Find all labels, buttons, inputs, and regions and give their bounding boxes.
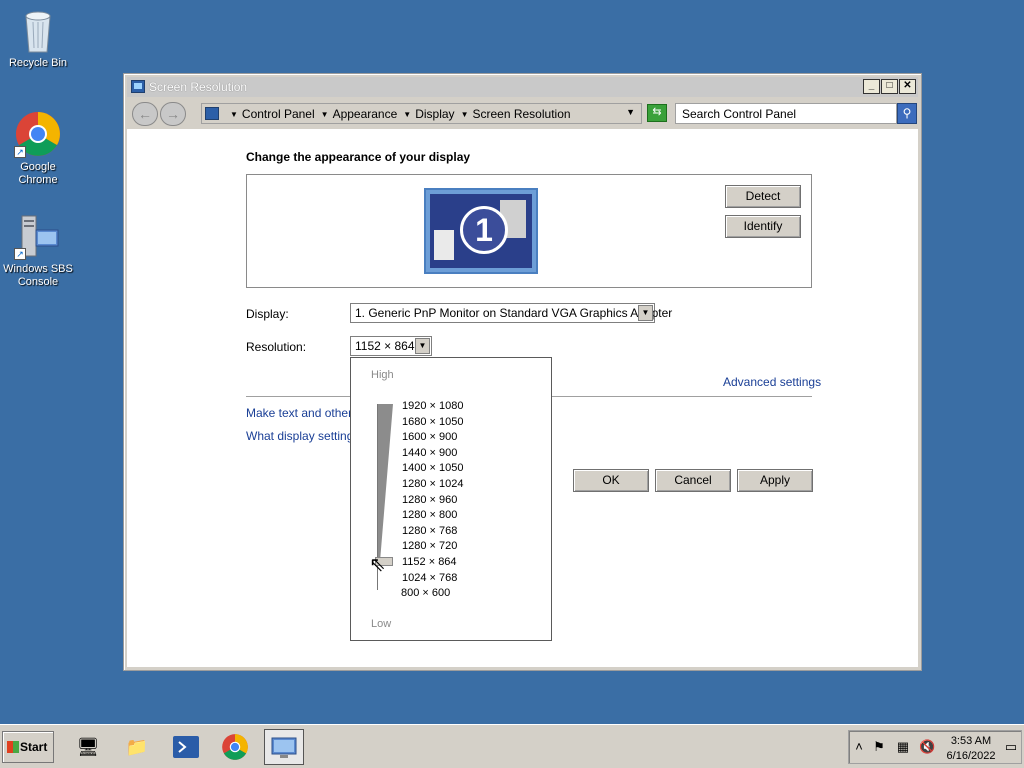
low-label: Low: [371, 618, 392, 630]
window-title: Screen Resolution: [149, 80, 248, 94]
search-input[interactable]: Search Control Panel: [675, 103, 897, 124]
back-button[interactable]: ←: [132, 102, 158, 126]
system-tray: ˄ ⚑ ▦ 🔇 3:53 AM 6/16/2022 ▭: [848, 730, 1022, 764]
taskbar-chrome-icon[interactable]: [215, 729, 255, 765]
breadcrumb-screen-resolution[interactable]: Screen Resolution: [472, 107, 570, 121]
recycle-bin-icon: [14, 6, 62, 54]
resolution-option[interactable]: 1280 × 800: [402, 508, 463, 524]
resolution-option[interactable]: 1280 × 1024: [402, 477, 463, 493]
taskbar-explorer-icon[interactable]: 📁: [117, 729, 157, 765]
display-settings-icon: [131, 80, 145, 93]
desktop-icon-label: Google Chrome: [18, 161, 58, 186]
chevron-down-icon[interactable]: ▼: [638, 305, 653, 321]
close-button[interactable]: ✕: [899, 79, 916, 94]
resolution-option[interactable]: 1440 × 900: [402, 446, 463, 462]
display-select[interactable]: 1. Generic PnP Monitor on Standard VGA G…: [350, 303, 672, 323]
resolution-option[interactable]: 1024 × 768: [402, 571, 463, 587]
forward-button[interactable]: →: [160, 102, 186, 126]
chevron-down-icon[interactable]: ▼: [230, 110, 238, 119]
breadcrumb-appearance[interactable]: Appearance: [333, 107, 398, 121]
desktop-icon-google-chrome[interactable]: ↗ Google Chrome: [0, 110, 76, 187]
sbs-console-icon: ↗: [14, 212, 62, 260]
identify-button[interactable]: Identify: [725, 215, 801, 238]
display-label: Display:: [246, 307, 289, 321]
taskbar-powershell-icon[interactable]: [166, 729, 206, 765]
mouse-cursor-icon: ⇖: [369, 554, 386, 576]
make-text-larger-link[interactable]: Make text and other i: [246, 406, 358, 420]
clock[interactable]: 3:53 AM 6/16/2022: [939, 734, 1003, 764]
resolution-option[interactable]: 1280 × 768: [402, 524, 463, 540]
cancel-button[interactable]: Cancel: [655, 469, 731, 492]
breadcrumb-control-panel[interactable]: Control Panel: [242, 107, 315, 121]
action-center-flag-icon[interactable]: ⚑: [871, 739, 887, 755]
start-label: Start: [20, 740, 48, 754]
chrome-icon: ↗: [14, 110, 62, 158]
resolution-select-value: 1152 × 864: [355, 339, 415, 353]
taskbar-server-manager-icon[interactable]: 🖥: [68, 729, 108, 765]
resolution-option[interactable]: 1600 × 900: [402, 430, 463, 446]
display-settings-help-link[interactable]: What display settings: [246, 429, 359, 443]
resolution-dropdown: High 1920 × 1080 1680 × 1050 1600 × 900 …: [350, 357, 552, 641]
desktop-icon-label: Recycle Bin: [8, 57, 68, 69]
desktop-icon-recycle-bin[interactable]: Recycle Bin: [0, 6, 76, 70]
resolution-option-selected[interactable]: 1152 × 864: [402, 555, 463, 571]
network-icon[interactable]: ▦: [895, 739, 911, 755]
shortcut-arrow-icon: ↗: [14, 146, 26, 158]
breadcrumb-display[interactable]: Display: [415, 107, 454, 121]
monitor-1-preview[interactable]: 1: [424, 188, 538, 274]
address-dropdown-icon[interactable]: ▼: [626, 107, 635, 117]
resolution-option[interactable]: 1280 × 960: [402, 493, 463, 509]
search-icon[interactable]: ⚲: [897, 103, 917, 124]
resolution-select[interactable]: 1152 × 864 ▼: [350, 336, 432, 356]
advanced-settings-link[interactable]: Advanced settings: [723, 375, 821, 389]
ok-button[interactable]: OK: [573, 469, 649, 492]
resolution-slider-track[interactable]: [377, 404, 393, 590]
desktop-icon-label: Windows SBS Console: [3, 263, 73, 288]
monitor-preview-box: 1 Detect Identify: [246, 174, 812, 288]
apply-button[interactable]: Apply: [737, 469, 813, 492]
chevron-down-icon[interactable]: ▼: [403, 110, 411, 119]
chevron-down-icon[interactable]: ▼: [321, 110, 329, 119]
maximize-button[interactable]: □: [881, 79, 898, 94]
breadcrumb: ▼ Control Panel ▼ Appearance ▼ Display ▼…: [224, 107, 571, 121]
display-select-value: 1. Generic PnP Monitor on Standard VGA G…: [355, 306, 673, 320]
shortcut-arrow-icon: ↗: [14, 248, 26, 260]
resolution-option[interactable]: 1280 × 720: [402, 539, 463, 555]
detect-button[interactable]: Detect: [725, 185, 801, 208]
resolution-option[interactable]: 1680 × 1050: [402, 415, 463, 431]
refresh-button[interactable]: ⇆: [647, 104, 667, 122]
taskbar-control-panel-icon[interactable]: [264, 729, 304, 765]
taskbar: Start 🖥 📁 ˄ ⚑ ▦ 🔇 3:53 AM 6/16/2022 ▭: [0, 724, 1024, 768]
navigation-bar: ← → ▼ Control Panel ▼ Appearance ▼ Displ…: [127, 99, 918, 127]
chevron-down-icon[interactable]: ▼: [461, 110, 469, 119]
resolution-option[interactable]: 1400 × 1050: [402, 461, 463, 477]
windows-logo-icon: [7, 741, 19, 753]
high-label: High: [371, 369, 394, 381]
volume-muted-icon[interactable]: 🔇: [919, 739, 935, 755]
show-hidden-icons-icon[interactable]: ˄: [851, 739, 867, 755]
resolution-options: 1920 × 1080 1680 × 1050 1600 × 900 1440 …: [401, 399, 463, 602]
window-titlebar[interactable]: Screen Resolution _ □ ✕: [127, 77, 918, 97]
show-desktop-icon[interactable]: ▭: [1003, 739, 1019, 755]
start-button[interactable]: Start: [2, 731, 54, 763]
address-bar[interactable]: ▼ Control Panel ▼ Appearance ▼ Display ▼…: [201, 103, 642, 124]
desktop-icon-windows-sbs-console[interactable]: ↗ Windows SBS Console: [0, 212, 76, 289]
resolution-label: Resolution:: [246, 340, 307, 354]
chevron-down-icon[interactable]: ▼: [415, 338, 430, 354]
monitor-number: 1: [460, 206, 508, 254]
resolution-option[interactable]: 800 × 600: [401, 586, 463, 602]
page-title: Change the appearance of your display: [246, 150, 471, 164]
clock-time: 3:53 AM: [950, 735, 992, 747]
clock-date: 6/16/2022: [946, 750, 996, 762]
minimize-button[interactable]: _: [863, 79, 880, 94]
resolution-option[interactable]: 1920 × 1080: [402, 399, 463, 415]
control-panel-icon: [205, 107, 219, 120]
